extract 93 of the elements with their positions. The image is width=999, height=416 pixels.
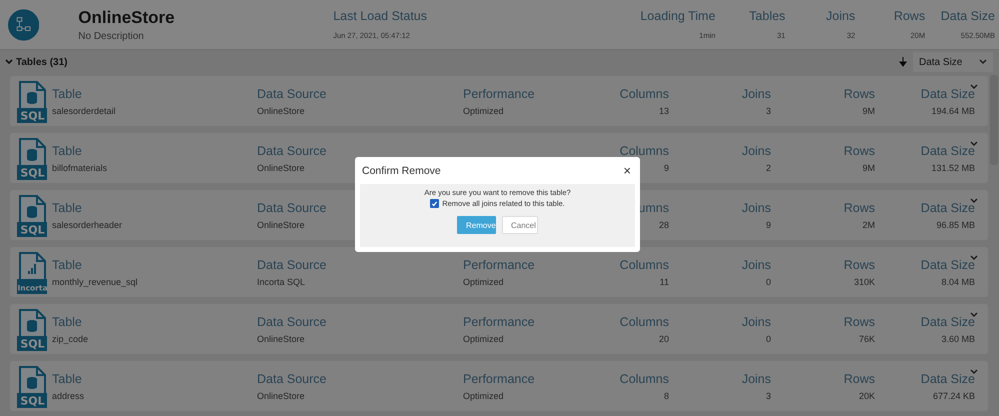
field-value: 20K <box>858 390 875 400</box>
table-file-icon: SQL <box>17 366 47 408</box>
field-value: 3 <box>766 390 771 400</box>
field-value: OnlineStore <box>257 106 305 116</box>
field-label: Table <box>52 86 82 100</box>
field-label: Joins <box>742 86 771 100</box>
field-label: Data Source <box>257 144 326 158</box>
field-value: 13 <box>658 106 669 116</box>
field-label: Data Source <box>257 86 326 100</box>
stat-label: Tables <box>749 9 786 23</box>
field-label: Performance <box>463 258 535 272</box>
field-label: Columns <box>620 372 669 386</box>
field-label: Rows <box>844 86 875 100</box>
field-value: salesorderheader <box>52 220 122 230</box>
field-label: Joins <box>742 200 771 214</box>
field-value: 11 <box>660 276 669 286</box>
field-value: 9 <box>664 162 669 172</box>
field-label: Rows <box>844 372 875 386</box>
stat-label: Data Size <box>940 9 995 23</box>
field-value: OnlineStore <box>257 334 305 344</box>
field-label: Columns <box>620 144 669 158</box>
field-label: Performance <box>463 372 535 386</box>
field-value: OnlineStore <box>257 390 305 400</box>
stat-label: Last Load Status <box>333 9 428 23</box>
field-label: Joins <box>742 258 771 272</box>
field-value: monthly_revenue_sql <box>52 276 138 286</box>
field-label: Rows <box>844 258 875 272</box>
field-label: Table <box>52 314 82 328</box>
field-value: salesorderdetail <box>52 106 116 116</box>
field-label: Data Size <box>920 200 975 214</box>
field-label: Data Size <box>920 86 975 100</box>
field-label: Table <box>52 144 82 158</box>
field-value: 8 <box>664 390 669 400</box>
field-value: 2 <box>766 162 771 172</box>
field-label: Columns <box>620 86 669 100</box>
field-value: OnlineStore <box>257 220 305 230</box>
field-label: Data Size <box>920 372 975 386</box>
field-label: Data Size <box>920 258 975 272</box>
field-value: 76K <box>858 334 875 344</box>
field-label: Performance <box>463 314 535 328</box>
field-label: Joins <box>742 144 771 158</box>
field-label: Joins <box>742 372 771 386</box>
field-label: Columns <box>620 314 669 328</box>
field-value: 194.64 MB <box>931 106 975 116</box>
field-value: 8.04 MB <box>941 276 975 286</box>
field-value: 3 <box>766 106 771 116</box>
table-file-icon: SQL <box>17 138 47 180</box>
stat-label: Joins <box>826 9 856 23</box>
schema-description: No Description <box>78 30 145 42</box>
field-label: Table <box>52 200 82 214</box>
field-label: Table <box>52 258 82 272</box>
field-label: Data Size <box>920 314 975 328</box>
field-label: Table <box>52 372 82 386</box>
field-value: zip_code <box>52 334 88 344</box>
field-label: Performance <box>463 86 535 100</box>
field-value: 96.85 MB <box>936 220 975 230</box>
field-value: 20 <box>658 334 669 344</box>
stat-label: Loading Time <box>640 9 716 23</box>
field-value: 0 <box>766 334 771 344</box>
field-label: Joins <box>742 314 771 328</box>
field-value: 28 <box>658 220 669 230</box>
field-value: Incorta SQL <box>257 276 306 286</box>
field-value: billofmaterials <box>52 162 108 172</box>
field-value: Optimized <box>463 276 504 286</box>
field-value: 310K <box>854 276 875 286</box>
field-value: 677.24 KB <box>932 390 975 400</box>
field-label: Data Source <box>257 200 326 214</box>
field-label: Data Source <box>257 372 326 386</box>
field-value: 9M <box>862 162 875 172</box>
table-file-icon: SQL <box>17 309 47 351</box>
field-value: address <box>52 390 84 400</box>
field-value: 2M <box>862 220 875 230</box>
field-label: Data Source <box>257 258 326 272</box>
table-file-icon: SQL <box>17 195 47 237</box>
field-value: 0 <box>766 276 771 286</box>
field-value: 9M <box>862 106 875 116</box>
field-label: Data Source <box>257 314 326 328</box>
table-file-icon: SQL <box>17 81 47 123</box>
field-value: Optimized <box>463 106 504 116</box>
stat-label: Rows <box>894 9 926 23</box>
field-label: Columns <box>620 258 669 272</box>
field-value: 131.52 MB <box>931 162 975 172</box>
field-value: Optimized <box>463 390 504 400</box>
schema-name: OnlineStore <box>78 8 176 28</box>
field-value: OnlineStore <box>257 162 305 172</box>
dialog-title: Confirm Remove <box>362 164 441 176</box>
field-label: Rows <box>844 314 875 328</box>
field-label: Rows <box>844 144 875 158</box>
field-value: Optimized <box>463 334 504 344</box>
field-label: Rows <box>844 200 875 214</box>
field-label: Data Size <box>920 144 975 158</box>
field-value: 3.60 MB <box>941 334 975 344</box>
field-value: 9 <box>766 220 771 230</box>
